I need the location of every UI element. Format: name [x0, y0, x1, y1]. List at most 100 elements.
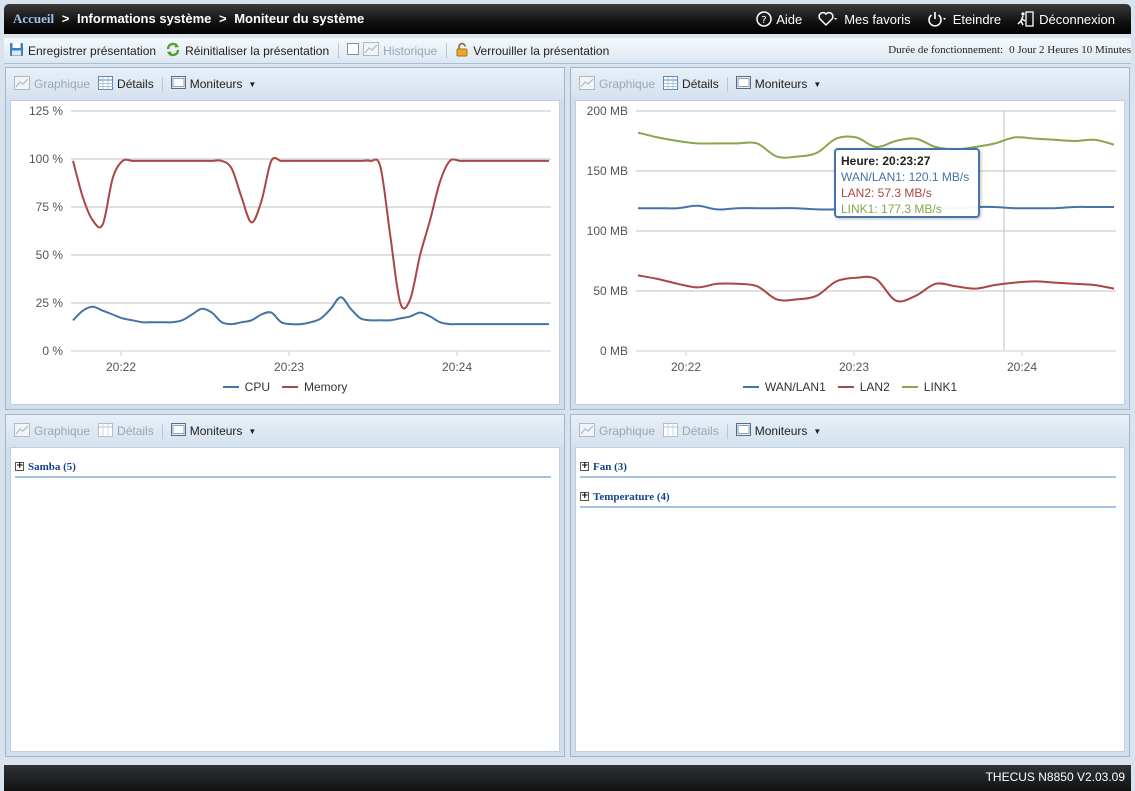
details-view-button[interactable]: Détails: [663, 422, 719, 440]
y-tick-label: 125 %: [29, 104, 63, 118]
samba-panel: Graphique Détails Moniteurs ▼ + Samba (5…: [5, 414, 565, 757]
top-nav: ? Aide Mes favoris Eteindre Déconnexion: [756, 11, 1115, 27]
x-tick-label: 20:23: [274, 360, 304, 374]
legend-item-link1[interactable]: LINK1: [901, 380, 958, 394]
version-label: THECUS N8850 V2.03.09: [985, 770, 1125, 784]
x-tick-label: 20:23: [839, 360, 869, 374]
monitor-icon: [735, 76, 751, 92]
lock-icon: [455, 42, 469, 60]
legend-label: Memory: [304, 380, 348, 394]
network-panel: Graphique Détails Moniteurs ▼ 0 MB 50 MB 1…: [570, 67, 1130, 410]
details-view-button[interactable]: Détails: [663, 75, 719, 93]
legend-item-cpu[interactable]: CPU: [222, 380, 270, 394]
panel-toolbar: Graphique Détails Moniteurs ▼: [6, 68, 564, 100]
svg-text:?: ?: [762, 15, 767, 26]
table-icon: [98, 75, 114, 93]
series-line-lan2: [637, 274, 1115, 303]
save-layout-button[interactable]: Enregistrer présentation: [9, 42, 156, 60]
legend-label: LINK1: [923, 380, 958, 394]
chart-area: 0 % 25 % 50 % 75 % 100 % 125 % 20:22 20:23 20:24…: [10, 100, 560, 405]
legend-swatch: [837, 386, 854, 388]
y-tick-label: 100 MB: [587, 224, 628, 238]
top-bar: Accueil > Informations système > Moniteu…: [4, 4, 1131, 34]
logout-button[interactable]: Déconnexion: [1017, 11, 1115, 27]
checkbox-icon: [347, 43, 360, 58]
y-tick-label: 50 MB: [593, 284, 628, 298]
details-view-button[interactable]: Détails: [98, 422, 154, 440]
breadcrumb: Accueil > Informations système > Moniteu…: [13, 11, 364, 27]
graph-view-button[interactable]: Graphique: [579, 75, 655, 93]
expand-icon: +: [580, 461, 589, 471]
graph-view-button[interactable]: Graphique: [579, 422, 656, 440]
refresh-icon: [165, 42, 181, 60]
monitor-icon: [735, 423, 751, 439]
chart-tooltip: Heure: 20:23:27 WAN/LAN1: 120.1 MB/s LAN…: [834, 148, 980, 218]
monitors-menu-button[interactable]: Moniteurs ▼: [735, 76, 821, 92]
y-tick-label: 50 %: [36, 248, 64, 262]
legend-label: CPU: [244, 380, 270, 394]
breadcrumb-separator: >: [61, 11, 70, 26]
y-tick-label: 150 MB: [587, 164, 628, 178]
legend-swatch: [742, 386, 759, 388]
tooltip-line-link1: LINK1: 177.3 MB/s: [841, 202, 942, 216]
toolbar-divider: [161, 423, 163, 439]
toolbar-divider: [446, 43, 448, 58]
details-area: + Samba (5): [10, 447, 560, 752]
details-view-label: Détails: [682, 424, 719, 438]
reset-layout-label: Réinitialiser la présentation: [185, 43, 330, 58]
group-header-samba[interactable]: + Samba (5): [15, 457, 551, 478]
line-chart-icon: [579, 422, 595, 440]
panel-toolbar: Graphique Détails Moniteurs ▼: [571, 415, 1129, 447]
details-view-label: Détails: [682, 77, 719, 91]
x-tick-label: 20:24: [1007, 360, 1037, 374]
network-chart: 0 MB 50 MB 100 MB 150 MB 200 MB 20:22 20:23 20:…: [587, 104, 1116, 374]
table-icon: [663, 422, 679, 440]
graph-view-button[interactable]: Graphique: [14, 75, 90, 93]
shutdown-button[interactable]: Eteindre: [927, 11, 1001, 27]
monitors-menu-button[interactable]: Moniteurs ▼: [170, 76, 256, 92]
details-area: + Fan (3) + Temperature (4): [575, 447, 1125, 752]
reset-layout-button[interactable]: Réinitialiser la présentation: [165, 42, 329, 60]
tooltip-line-wan-lan1: WAN/LAN1: 120.1 MB/s: [841, 170, 970, 184]
y-tick-label: 75 %: [36, 200, 64, 214]
monitors-menu-label: Moniteurs: [754, 77, 808, 91]
footer-bar: THECUS N8850 V2.03.09: [4, 765, 1131, 791]
lock-layout-label: Verrouiller la présentation: [473, 43, 610, 58]
details-view-button[interactable]: Détails: [98, 75, 154, 93]
monitors-menu-label: Moniteurs: [189, 424, 243, 438]
details-view-label: Détails: [117, 424, 154, 438]
group-header-fan[interactable]: + Fan (3): [580, 457, 1116, 478]
legend-item-wan-lan1[interactable]: WAN/LAN1: [742, 380, 826, 394]
series-line-memory: [72, 156, 549, 310]
series-line-cpu: [72, 296, 549, 326]
tooltip-line-lan2: LAN2: 57.3 MB/s: [841, 186, 932, 200]
x-tick-label: 20:22: [671, 360, 701, 374]
save-layout-label: Enregistrer présentation: [28, 43, 157, 58]
floppy-disk-icon: [9, 42, 24, 60]
favorites-button[interactable]: Mes favoris: [818, 11, 911, 27]
y-tick-label: 25 %: [36, 296, 64, 310]
breadcrumb-section: Informations système: [77, 11, 212, 26]
monitors-menu-button[interactable]: Moniteurs ▼: [170, 423, 256, 439]
shutdown-label: Eteindre: [952, 11, 1002, 27]
monitors-menu-button[interactable]: Moniteurs ▼: [735, 423, 821, 439]
graph-view-label: Graphique: [599, 424, 656, 438]
graph-view-button[interactable]: Graphique: [14, 422, 90, 440]
details-view-label: Détails: [117, 77, 154, 91]
legend-item-memory[interactable]: Memory: [282, 380, 347, 394]
breadcrumb-separator: >: [219, 11, 227, 26]
help-button[interactable]: ? Aide: [756, 11, 802, 27]
power-icon: [927, 11, 949, 27]
legend-label: LAN2: [859, 380, 890, 394]
history-button[interactable]: Historique: [347, 42, 437, 59]
y-tick-label: 100 %: [29, 152, 63, 166]
chart-legend: CPU Memory: [11, 380, 559, 394]
group-header-temperature[interactable]: + Temperature (4): [580, 487, 1116, 508]
lock-layout-button[interactable]: Verrouiller la présentation: [455, 42, 609, 60]
monitors-menu-label: Moniteurs: [754, 424, 808, 438]
legend-label: WAN/LAN1: [764, 380, 826, 394]
chart-legend: WAN/LAN1 LAN2 LINK1: [576, 380, 1124, 394]
legend-item-lan2[interactable]: LAN2: [837, 380, 890, 394]
breadcrumb-home-link[interactable]: Accueil: [13, 11, 54, 26]
history-chart-icon: [363, 42, 380, 59]
